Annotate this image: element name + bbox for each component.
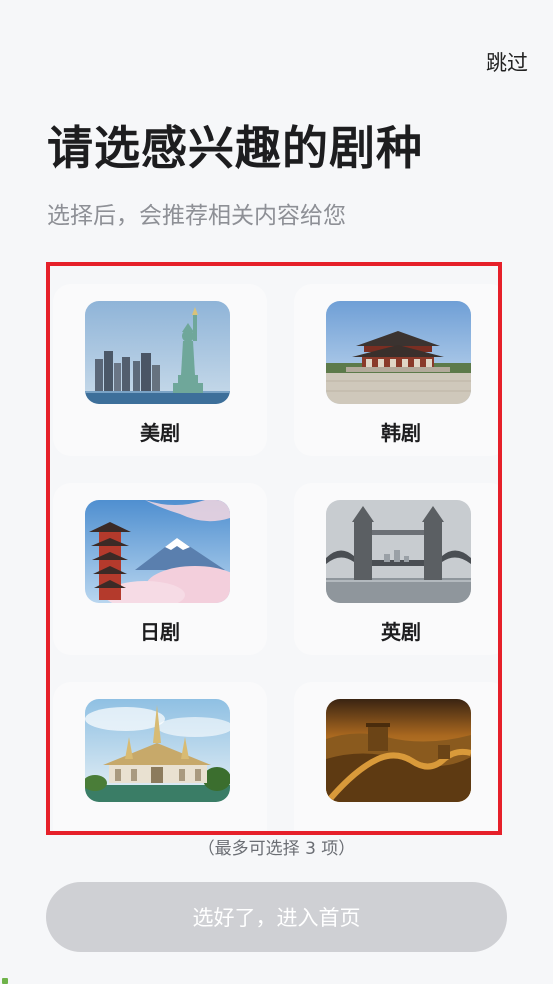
genre-card-us-drama[interactable]: 美剧: [53, 284, 267, 456]
great-wall-image: [326, 699, 471, 802]
genre-label: 英剧: [381, 620, 421, 644]
skip-button[interactable]: 跳过: [486, 47, 528, 77]
genre-card-thai[interactable]: [53, 682, 267, 831]
korean-palace-image: [326, 301, 471, 404]
thai-temple-image: [85, 699, 230, 802]
genre-label: 美剧: [140, 421, 180, 445]
genre-label: 日剧: [140, 620, 180, 644]
genre-card-chinese[interactable]: [294, 682, 498, 831]
genre-label: 韩剧: [381, 421, 421, 445]
genre-card-japanese-drama[interactable]: 日剧: [53, 483, 267, 655]
genre-card-british-drama[interactable]: 英剧: [294, 483, 498, 655]
tower-bridge-image: [326, 500, 471, 603]
mount-fuji-pagoda-image: [85, 500, 230, 603]
statue-of-liberty-image: [85, 301, 230, 404]
genre-card-korean-drama[interactable]: 韩剧: [294, 284, 498, 456]
selection-limit-note: （最多可选择 3 项）: [197, 839, 356, 859]
genre-selection-screen: 跳过 请选感兴趣的剧种 选择后，会推荐相关内容给您 美剧 韩剧 日剧 英剧 （最…: [0, 0, 553, 984]
genre-grid-highlight: 美剧 韩剧 日剧 英剧: [46, 262, 502, 835]
system-indicator: [2, 978, 8, 984]
page-title: 请选感兴趣的剧种: [47, 121, 423, 175]
confirm-enter-home-button[interactable]: 选好了，进入首页: [46, 882, 507, 952]
page-subtitle: 选择后，会推荐相关内容给您: [47, 203, 346, 229]
